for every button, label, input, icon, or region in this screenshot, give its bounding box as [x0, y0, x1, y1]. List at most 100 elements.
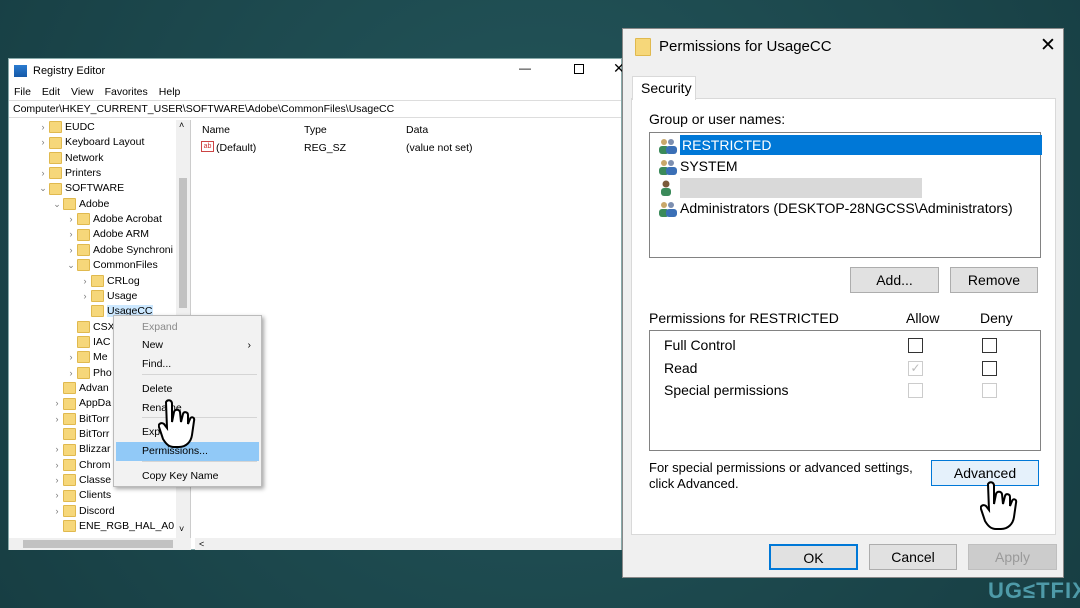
chevron-right-icon[interactable]: › [79, 289, 91, 304]
tree-item[interactable]: › Printers [37, 166, 101, 181]
address-bar[interactable]: Computer\HKEY_CURRENT_USER\SOFTWARE\Adob… [9, 100, 621, 118]
user-list-item[interactable] [658, 177, 922, 199]
menu-file[interactable]: File [14, 86, 31, 98]
scroll-down-arrow[interactable]: ˅ [179, 524, 184, 534]
tab-security[interactable]: Security [632, 76, 696, 100]
value-row[interactable]: ab (Default) REG_SZ (value not set) [195, 140, 621, 156]
tree-item[interactable]: › Blizzar [51, 442, 111, 457]
chevron-right-icon[interactable]: › [65, 212, 77, 227]
folder-icon [63, 397, 76, 410]
chevron-right-icon[interactable]: › [51, 442, 63, 457]
allow-checkbox[interactable]: ✓ [908, 360, 923, 376]
values-horizontal-scrollbar[interactable]: < [195, 538, 621, 550]
user-list-item[interactable]: Administrators (DESKTOP-28NGCSS\Administ… [658, 198, 1013, 218]
folder-icon [63, 428, 76, 441]
tree-item[interactable]: ⌄ SOFTWARE [37, 181, 124, 196]
tree-item[interactable]: CSX [65, 320, 115, 335]
ok-button[interactable]: OK [769, 544, 858, 570]
minimize-button[interactable]: — [519, 61, 531, 75]
menu-help[interactable]: Help [159, 86, 181, 98]
tree-item[interactable]: › Usage [79, 289, 137, 304]
scroll-up-arrow[interactable]: ˄ [179, 120, 184, 130]
group-icon [658, 159, 678, 176]
user-list-item[interactable]: SYSTEM [658, 156, 738, 176]
tree-item[interactable]: ENE_RGB_HAL_A0 [51, 519, 174, 534]
chevron-right-icon[interactable]: › [37, 120, 49, 135]
chevron-right-icon[interactable]: › [51, 412, 63, 427]
chevron-right-icon[interactable]: › [65, 227, 77, 242]
chevron-down-icon[interactable]: ⌄ [65, 258, 77, 273]
tree-item-label: BitTorr [79, 412, 110, 425]
column-name[interactable]: Name [202, 124, 230, 136]
menu-item-new[interactable]: New › [116, 336, 259, 355]
chevron-right-icon[interactable]: › [37, 166, 49, 181]
maximize-button[interactable] [574, 64, 584, 74]
cancel-button[interactable]: Cancel [869, 544, 957, 570]
chevron-right-icon: › [247, 339, 252, 351]
scroll-thumb[interactable] [179, 178, 187, 308]
chevron-right-icon[interactable]: › [51, 396, 63, 411]
chevron-right-icon[interactable]: › [51, 473, 63, 488]
tree-item[interactable]: ⌄ CommonFiles [65, 258, 158, 273]
tree-item[interactable]: › BitTorr [51, 412, 109, 427]
permission-name: Full Control [664, 337, 736, 353]
close-button[interactable]: ✕ [1040, 34, 1056, 57]
tree-item[interactable]: › EUDC [37, 120, 95, 135]
tree-item[interactable]: › Adobe ARM [65, 227, 149, 242]
scroll-thumb[interactable] [23, 540, 173, 548]
hand-cursor-icon [158, 399, 196, 448]
tree-item-label: Pho [93, 366, 112, 379]
column-type[interactable]: Type [304, 124, 327, 136]
tree-item[interactable]: › CRLog [79, 274, 140, 289]
tree-item[interactable]: BitTorr [51, 427, 109, 442]
chevron-right-icon[interactable]: › [65, 243, 77, 258]
tree-item-label: Clients [79, 489, 112, 502]
tree-item[interactable]: › AppDa [51, 396, 111, 411]
menu-item-delete[interactable]: Delete [116, 380, 259, 399]
string-value-icon: ab [201, 141, 214, 152]
user-list[interactable]: RESTRICTED SYSTEM Administrators (DESKTOP-… [649, 132, 1042, 258]
menu-edit[interactable]: Edit [42, 86, 60, 98]
chevron-right-icon[interactable]: › [51, 458, 63, 473]
tree-item[interactable]: ⌄ Adobe [51, 197, 109, 212]
chevron-right-icon[interactable]: › [79, 274, 91, 289]
column-data[interactable]: Data [406, 124, 428, 136]
apply-button[interactable]: Apply [968, 544, 1057, 570]
tree-item[interactable]: › Adobe Synchroni [65, 243, 173, 258]
tree-item[interactable]: › Discord [51, 504, 115, 519]
tree-item[interactable]: › Clients [51, 488, 111, 503]
chevron-right-icon[interactable]: › [37, 135, 49, 150]
deny-checkbox[interactable] [982, 360, 997, 376]
allow-checkbox[interactable] [908, 338, 923, 353]
chevron-right-icon[interactable]: › [65, 366, 77, 381]
allow-checkbox[interactable] [908, 383, 923, 398]
deny-checkbox[interactable] [982, 383, 997, 398]
tree-item[interactable]: Network [37, 151, 104, 166]
menu-favorites[interactable]: Favorites [105, 86, 148, 98]
chevron-right-icon[interactable]: › [65, 350, 77, 365]
deny-checkbox[interactable] [982, 338, 997, 353]
tree-item[interactable]: › Keyboard Layout [37, 135, 144, 150]
tree-item[interactable]: IAC [65, 335, 111, 350]
remove-button[interactable]: Remove [950, 267, 1038, 293]
menu-item-expand[interactable]: Expand [116, 318, 259, 337]
tree-horizontal-scrollbar[interactable] [9, 538, 191, 550]
folder-icon [77, 351, 90, 364]
window-title: Registry Editor [33, 65, 106, 77]
tree-item[interactable]: › Classe [51, 473, 111, 488]
add-button[interactable]: Add... [850, 267, 939, 293]
folder-icon [63, 520, 76, 533]
menu-item-copy-key-name[interactable]: Copy Key Name [116, 467, 259, 486]
chevron-down-icon[interactable]: ⌄ [37, 181, 49, 196]
tree-item[interactable]: › Chrom [51, 458, 111, 473]
menu-item-find[interactable]: Find... [116, 355, 259, 374]
tree-item[interactable]: › Pho [65, 366, 112, 381]
tree-item[interactable]: Advan [51, 381, 109, 396]
chevron-right-icon[interactable]: › [51, 488, 63, 503]
tree-item[interactable]: › Adobe Acrobat [65, 212, 162, 227]
chevron-right-icon[interactable]: › [51, 504, 63, 519]
tree-item[interactable]: › Me [65, 350, 108, 365]
chevron-down-icon[interactable]: ⌄ [51, 197, 63, 212]
menu-view[interactable]: View [71, 86, 94, 98]
user-list-item[interactable]: RESTRICTED [658, 135, 1042, 155]
